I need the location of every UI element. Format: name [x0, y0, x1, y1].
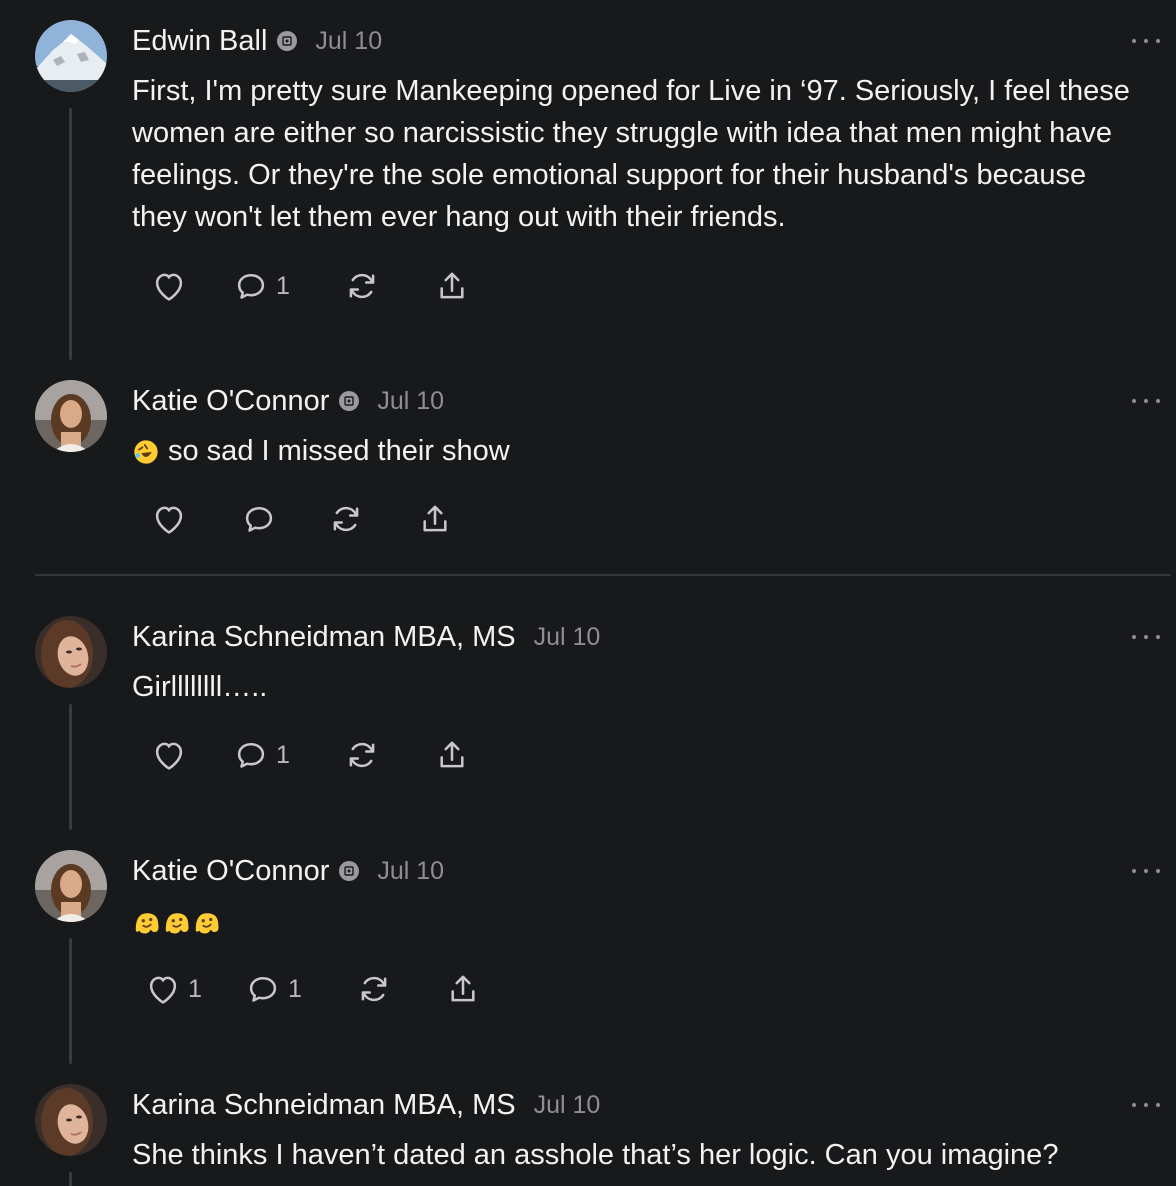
- melting-face-emoji: [132, 907, 162, 937]
- restack-button[interactable]: [327, 499, 365, 539]
- avatar[interactable]: [35, 616, 107, 688]
- share-button[interactable]: [433, 266, 471, 306]
- woman-avatar-icon: [35, 380, 107, 452]
- share-icon: [433, 736, 471, 774]
- thread-line: [69, 704, 72, 830]
- avatar[interactable]: [35, 850, 107, 922]
- comment-header: Karina Schneidman MBA, MS Jul 10: [132, 1085, 600, 1125]
- more-dots-icon[interactable]: [1132, 632, 1160, 642]
- avatar[interactable]: [35, 380, 107, 452]
- like-button[interactable]: [150, 499, 188, 539]
- comment-text: so sad I missed their show: [168, 435, 510, 467]
- comment-feed: Edwin Ball Jul 10 First, I'm pretty sure…: [0, 0, 1176, 1186]
- speech-bubble-icon: [232, 736, 270, 774]
- comment-date[interactable]: Jul 10: [534, 1091, 601, 1120]
- restack-button[interactable]: [343, 266, 381, 306]
- comment-header: Karina Schneidman MBA, MS Jul 10: [132, 617, 600, 657]
- speech-bubble-icon: [244, 970, 282, 1008]
- speech-bubble-icon: [240, 500, 278, 538]
- woman-avatar-icon: [35, 850, 107, 922]
- heart-icon: [150, 500, 188, 538]
- share-icon: [416, 500, 454, 538]
- more-dots-icon[interactable]: [1132, 396, 1160, 406]
- share-button[interactable]: [416, 499, 454, 539]
- share-button[interactable]: [433, 735, 471, 775]
- restack-button[interactable]: [343, 735, 381, 775]
- share-icon: [433, 267, 471, 305]
- comment-body: so sad I missed their show: [132, 430, 1142, 472]
- comment-header: Katie O'Connor Jul 10: [132, 851, 444, 891]
- restack-icon: [343, 736, 381, 774]
- reply-button[interactable]: 1: [232, 266, 290, 306]
- woman-selfie-avatar-icon: [35, 1084, 107, 1156]
- reply-count: 1: [288, 974, 302, 1003]
- speech-bubble-icon: [232, 267, 270, 305]
- woman-selfie-avatar-icon: [35, 616, 107, 688]
- badge-icon: [339, 391, 360, 411]
- comment-header: Edwin Ball Jul 10: [132, 21, 382, 61]
- comment-text: First, I'm pretty sure Mankeeping opened…: [132, 75, 1130, 233]
- share-icon: [444, 970, 482, 1008]
- like-button[interactable]: [150, 735, 188, 775]
- like-button[interactable]: [150, 266, 188, 306]
- share-button[interactable]: [444, 969, 482, 1009]
- comment-text: She thinks I haven’t dated an asshole th…: [132, 1139, 1059, 1171]
- rolling-on-floor-laughing-emoji: [132, 438, 160, 466]
- thread-line: [69, 108, 72, 360]
- heart-icon: [144, 970, 182, 1008]
- comment-date[interactable]: Jul 10: [315, 27, 382, 56]
- author-name[interactable]: Karina Schneidman MBA, MS: [132, 621, 516, 654]
- heart-icon: [150, 736, 188, 774]
- melting-face-emoji: [192, 907, 222, 937]
- author-name[interactable]: Katie O'Connor: [132, 385, 329, 418]
- like-count: 1: [188, 974, 202, 1003]
- divider: [35, 574, 1171, 576]
- restack-button[interactable]: [355, 969, 393, 1009]
- comment-text: Girllllllll…..: [132, 671, 268, 703]
- reply-count: 1: [276, 271, 290, 300]
- avatar[interactable]: [35, 20, 107, 92]
- author-name[interactable]: Karina Schneidman MBA, MS: [132, 1089, 516, 1122]
- more-dots-icon[interactable]: [1132, 1100, 1160, 1110]
- comment-body: [132, 900, 1142, 942]
- comment-date[interactable]: Jul 10: [377, 387, 444, 416]
- badge-icon: [339, 861, 360, 881]
- restack-icon: [355, 970, 393, 1008]
- author-name[interactable]: Katie O'Connor: [132, 855, 329, 888]
- reply-button[interactable]: 1: [232, 735, 290, 775]
- melting-face-emoji: [162, 907, 192, 937]
- thread-line: [69, 938, 72, 1064]
- comment-date[interactable]: Jul 10: [377, 857, 444, 886]
- restack-icon: [327, 500, 365, 538]
- reply-button[interactable]: 1: [244, 969, 302, 1009]
- more-dots-icon[interactable]: [1132, 36, 1160, 46]
- thread-line: [69, 1172, 72, 1186]
- restack-icon: [343, 267, 381, 305]
- heart-icon: [150, 267, 188, 305]
- comment-date[interactable]: Jul 10: [534, 623, 601, 652]
- reply-button[interactable]: [240, 499, 278, 539]
- comment-header: Katie O'Connor Jul 10: [132, 381, 444, 421]
- like-button[interactable]: 1: [144, 969, 202, 1009]
- reply-count: 1: [276, 740, 290, 769]
- avatar[interactable]: [35, 1084, 107, 1156]
- more-dots-icon[interactable]: [1132, 866, 1160, 876]
- badge-icon: [277, 31, 298, 51]
- mountain-avatar-icon: [35, 20, 107, 92]
- author-name[interactable]: Edwin Ball: [132, 25, 267, 58]
